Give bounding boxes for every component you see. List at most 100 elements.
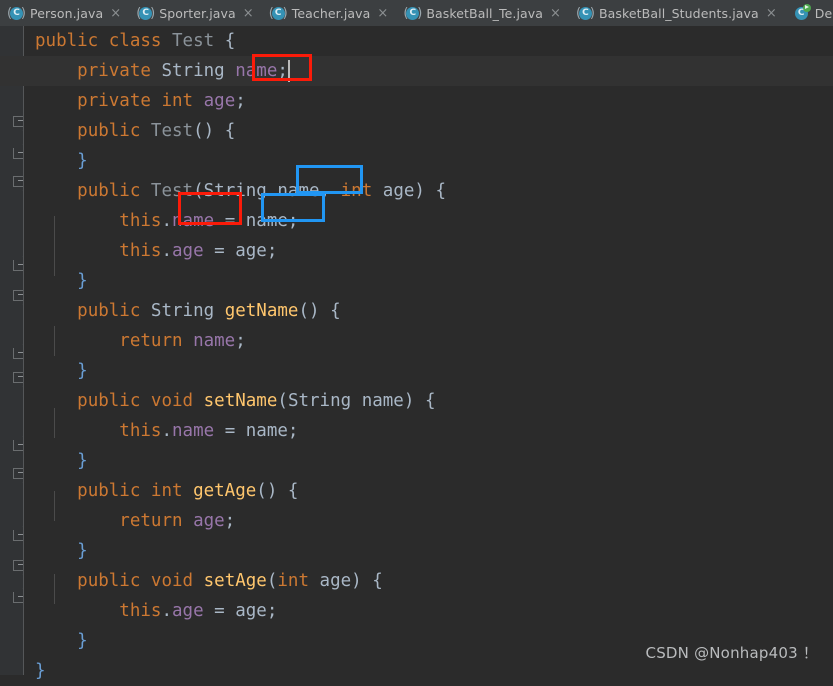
- code-token: (: [193, 181, 204, 201]
- code-line: private String name;: [35, 56, 288, 86]
- code-token: [140, 481, 151, 501]
- code-token: [225, 61, 236, 81]
- code-token: age: [172, 241, 204, 261]
- code-token: (): [298, 301, 319, 321]
- code-token: return: [119, 331, 182, 351]
- code-token: public: [77, 391, 140, 411]
- code-token: [35, 121, 77, 141]
- close-icon[interactable]: ×: [242, 7, 255, 20]
- code-token: return: [119, 511, 182, 531]
- code-token: [309, 571, 320, 591]
- code-line: this.age = age;: [35, 236, 277, 266]
- code-editor[interactable]: public class Test { private String name;…: [35, 26, 833, 675]
- editor-tab-label: BasketBall_Students.java: [599, 6, 759, 21]
- code-token: age: [235, 241, 267, 261]
- code-token: [362, 571, 373, 591]
- code-token: =: [204, 241, 236, 261]
- code-token: ;: [277, 61, 288, 81]
- code-token: name: [246, 211, 288, 231]
- code-token: [425, 181, 436, 201]
- code-token: =: [214, 211, 246, 231]
- code-token: int: [151, 481, 183, 501]
- code-token: setAge: [204, 571, 267, 591]
- code-token: }: [77, 361, 88, 381]
- code-token: Test: [172, 31, 214, 51]
- code-token: age: [235, 601, 267, 621]
- code-token: [35, 481, 77, 501]
- code-line: this.age = age;: [35, 596, 277, 626]
- close-icon[interactable]: ×: [549, 7, 562, 20]
- code-token: =: [204, 601, 236, 621]
- code-line: public Test(String name, int age) {: [35, 176, 446, 206]
- code-line: public Test() {: [35, 116, 235, 146]
- code-token: =: [214, 421, 246, 441]
- code-token: [277, 481, 288, 501]
- editor-tab-basketball_te-java[interactable]: (C)BasketBall_Te.java×: [396, 0, 569, 26]
- code-token: [35, 301, 77, 321]
- code-token: public: [77, 301, 140, 321]
- code-token: [351, 391, 362, 411]
- code-token: private: [77, 91, 151, 111]
- code-token: String: [151, 301, 214, 321]
- code-token: int: [277, 571, 309, 591]
- code-token: public: [77, 481, 140, 501]
- code-token: [98, 31, 109, 51]
- close-icon[interactable]: ×: [376, 7, 389, 20]
- java-class-icon: (C): [9, 6, 24, 21]
- code-token: [183, 331, 194, 351]
- code-token: name: [172, 421, 214, 441]
- code-token: this: [119, 421, 161, 441]
- code-token: public: [35, 31, 98, 51]
- editor-tab-label: Demo.java: [815, 6, 833, 21]
- code-token: void: [151, 391, 193, 411]
- code-line: public String getName() {: [35, 296, 341, 326]
- code-token: [151, 61, 162, 81]
- editor-tab-basketball_students-java[interactable]: (C) BasketBall_Students.java ×: [569, 0, 785, 26]
- code-token: [35, 151, 77, 171]
- editor-tab-person-java[interactable]: (C)Person.java×: [0, 0, 129, 26]
- code-token: [35, 91, 77, 111]
- code-token: setName: [204, 391, 278, 411]
- editor-tab-sporter-java[interactable]: (C)Sporter.java×: [129, 0, 262, 26]
- code-token: [35, 211, 119, 231]
- code-line: }: [35, 356, 88, 386]
- code-token: name: [246, 421, 288, 441]
- code-token: [140, 121, 151, 141]
- code-token: ;: [225, 511, 236, 531]
- code-token: }: [77, 271, 88, 291]
- code-token: [214, 31, 225, 51]
- java-runnable-class-icon: C: [794, 6, 809, 21]
- code-token: private: [77, 61, 151, 81]
- watermark-text: CSDN @Nonhap403 ！: [646, 642, 818, 663]
- close-icon[interactable]: ×: [109, 7, 122, 20]
- code-token: {: [225, 121, 236, 141]
- code-token: String: [204, 181, 267, 201]
- code-line: return name;: [35, 326, 246, 356]
- java-class-icon: (C): [405, 6, 420, 21]
- code-token: {: [225, 31, 236, 51]
- editor-tab-teacher-java[interactable]: (C)Teacher.java×: [262, 0, 397, 26]
- code-token: {: [288, 481, 299, 501]
- editor-tab-bar[interactable]: (C)Person.java×(C)Sporter.java×(C)Teache…: [0, 0, 833, 26]
- code-token: {: [435, 181, 446, 201]
- code-token: ;: [267, 241, 278, 261]
- code-token: name: [277, 181, 319, 201]
- editor-gutter[interactable]: [0, 26, 23, 675]
- code-token: [372, 181, 383, 201]
- code-token: [140, 301, 151, 321]
- code-token: [35, 571, 77, 591]
- code-token: age: [320, 571, 352, 591]
- code-line: public void setName(String name) {: [35, 386, 436, 416]
- code-token: {: [425, 391, 436, 411]
- code-token: age: [193, 511, 225, 531]
- code-token: ;: [235, 331, 246, 351]
- editor-tab-demo-java[interactable]: CDemo.java×: [785, 0, 833, 26]
- code-token: {: [372, 571, 383, 591]
- code-token: ): [414, 181, 425, 201]
- code-token: Test: [151, 181, 193, 201]
- close-icon[interactable]: ×: [765, 7, 778, 20]
- code-line: this.name = name;: [35, 416, 298, 446]
- code-line: }: [35, 656, 46, 686]
- code-token: (: [277, 391, 288, 411]
- java-class-icon: (C): [578, 6, 593, 21]
